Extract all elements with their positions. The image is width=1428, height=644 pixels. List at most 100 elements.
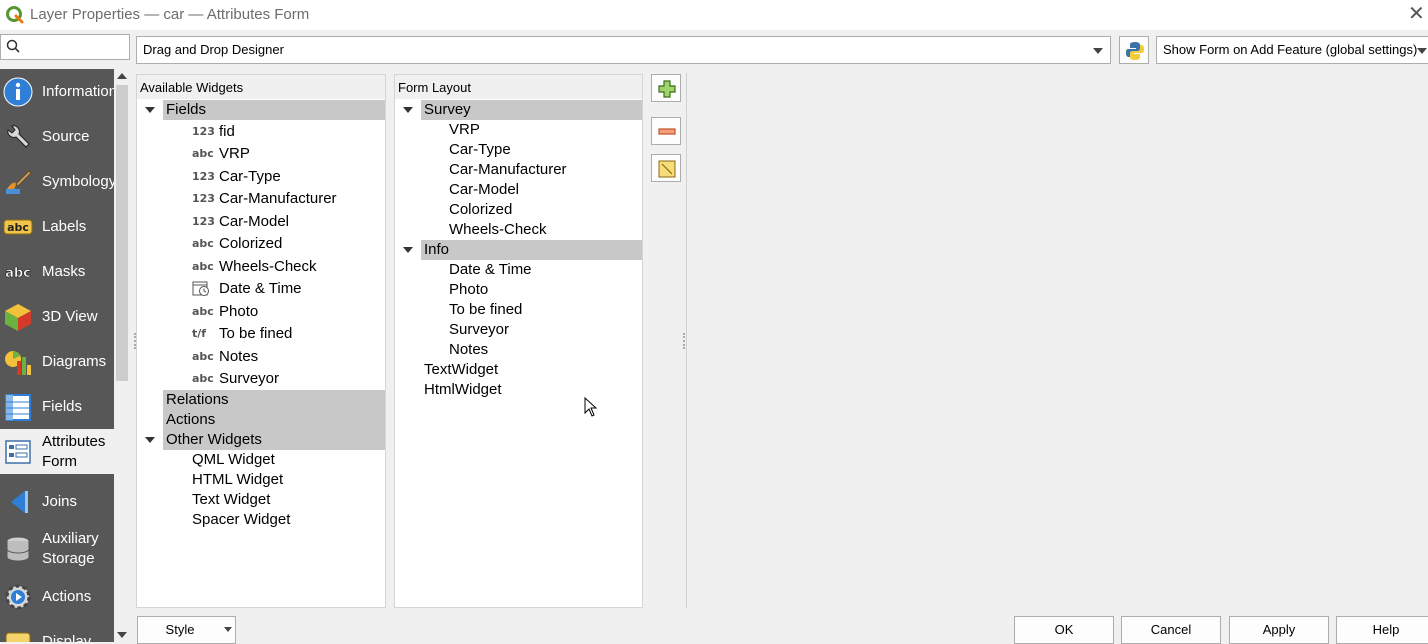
sidebar-item-3d-view[interactable]: 3D View (0, 294, 114, 339)
remove-item-button[interactable] (651, 117, 681, 145)
sidebar-item-joins[interactable]: Joins (0, 479, 114, 524)
sidebar-item-source[interactable]: Source (0, 114, 114, 159)
tree-item-widget[interactable]: TextWidget (424, 360, 498, 380)
tree-item-field[interactable]: Car-Manufacturer (219, 189, 337, 209)
expand-info-icon[interactable] (403, 247, 413, 253)
labels-abc-icon: abc (2, 211, 34, 243)
expand-other-widgets-icon[interactable] (145, 437, 155, 443)
display-icon (2, 626, 34, 642)
tree-item-widget[interactable]: HtmlWidget (424, 380, 502, 400)
tree-group-actions[interactable]: Actions (163, 410, 385, 430)
scroll-down-icon[interactable] (117, 632, 127, 638)
fields-table-icon (2, 391, 34, 423)
search-input[interactable] (25, 38, 125, 56)
tree-group-survey[interactable]: Survey (421, 100, 642, 120)
sidebar-item-label: Actions (42, 587, 92, 605)
sidebar-item-label: Masks (42, 262, 86, 280)
apply-button[interactable]: Apply (1229, 616, 1329, 644)
cancel-button[interactable]: Cancel (1121, 616, 1221, 644)
expand-fields-icon[interactable] (145, 107, 155, 113)
plus-icon (658, 80, 676, 98)
sidebar-item-labels[interactable]: abc Labels (0, 204, 114, 249)
tree-item-widget[interactable]: HTML Widget (192, 470, 283, 490)
sidebar-item-actions[interactable]: Actions (0, 574, 114, 619)
type-int-icon: 123 (192, 215, 215, 228)
python-init-button[interactable] (1119, 36, 1149, 64)
expand-survey-icon[interactable] (403, 107, 413, 113)
sidebar-scrollbar[interactable] (114, 69, 130, 642)
chevron-down-icon (1093, 48, 1103, 54)
brush-icon (2, 166, 34, 198)
tree-item-field[interactable]: Photo (449, 280, 488, 300)
type-string-icon: abc (192, 237, 214, 250)
form-designer-select[interactable]: Drag and Drop Designer (136, 36, 1111, 64)
sidebar-item-label: Attributes Form (42, 432, 106, 470)
form-layout-tree[interactable]: Form Layout Survey VRP Car-Type Car-Manu… (394, 74, 643, 608)
tree-item-field[interactable]: Colorized (449, 200, 512, 220)
show-form-select[interactable]: Show Form on Add Feature (global setting… (1156, 36, 1428, 64)
tree-item-widget[interactable]: Text Widget (192, 490, 270, 510)
type-string-icon: abc (192, 305, 214, 318)
tree-item-field[interactable]: Wheels-Check (219, 257, 317, 277)
tree-item-field[interactable]: VRP (449, 120, 480, 140)
tree-item-field[interactable]: Car-Model (449, 180, 519, 200)
sidebar-item-attributes-form[interactable]: Attributes Form (0, 429, 114, 474)
sidebar-item-fields[interactable]: Fields (0, 384, 114, 429)
sidebar-item-information[interactable]: Information (0, 69, 114, 114)
chevron-down-icon (224, 627, 232, 632)
tree-item-field[interactable]: To be fined (219, 324, 292, 344)
tree-item-field[interactable]: To be fined (449, 300, 522, 320)
close-icon[interactable]: ✕ (1408, 3, 1425, 25)
tree-item-field[interactable]: Notes (449, 340, 488, 360)
tree-item-field[interactable]: Date & Time (219, 279, 302, 299)
tree-item-field[interactable]: Car-Type (219, 167, 281, 187)
tree-group-other-widgets[interactable]: Other Widgets (163, 430, 385, 450)
form-designer-select-value: Drag and Drop Designer (143, 42, 284, 57)
search-field[interactable] (0, 34, 130, 60)
mouse-cursor-icon (584, 397, 598, 417)
sidebar-item-label: Display (42, 632, 92, 643)
tree-group-relations[interactable]: Relations (163, 390, 385, 410)
tree-item-field[interactable]: Car-Manufacturer (449, 160, 567, 180)
tree-item-field[interactable]: Notes (219, 347, 258, 367)
tree-item-field[interactable]: Photo (219, 302, 258, 322)
tree-item-field[interactable]: Wheels-Check (449, 220, 547, 240)
sidebar-item-symbology[interactable]: Symbology (0, 159, 114, 204)
scroll-up-icon[interactable] (117, 73, 127, 79)
sidebar-item-display[interactable]: Display (0, 619, 114, 642)
tree-item-field[interactable]: VRP (219, 144, 250, 164)
sidebar-item-label: Joins (42, 492, 78, 510)
tree-item-field[interactable]: Car-Type (449, 140, 511, 160)
sidebar-item-auxiliary-storage[interactable]: Auxiliary Storage (0, 526, 114, 571)
python-icon (1126, 42, 1144, 60)
help-button[interactable]: Help (1336, 616, 1428, 644)
tree-item-field[interactable]: Surveyor (219, 369, 279, 389)
type-int-icon: 123 (192, 170, 215, 183)
edit-properties-button[interactable] (651, 154, 681, 182)
tree-item-field[interactable]: Colorized (219, 234, 282, 254)
sidebar-item-label: Information (42, 82, 114, 100)
database-icon (2, 533, 34, 565)
tree-group-info[interactable]: Info (421, 240, 642, 260)
add-container-button[interactable] (651, 74, 681, 102)
tree-item-field[interactable]: Surveyor (449, 320, 509, 340)
type-string-icon: abc (192, 147, 214, 160)
tree-item-widget[interactable]: Spacer Widget (192, 510, 290, 530)
svg-text:abc: abc (5, 266, 31, 281)
tree-item-widget[interactable]: QML Widget (192, 450, 275, 470)
tree-item-field[interactable]: Car-Model (219, 212, 289, 232)
chevron-down-icon (1417, 48, 1427, 54)
masks-abc-icon: abc (2, 256, 34, 288)
splitter-handle[interactable] (134, 333, 136, 349)
sidebar-item-diagrams[interactable]: Diagrams (0, 339, 114, 384)
sidebar-item-masks[interactable]: abc Masks (0, 249, 114, 294)
tree-group-fields[interactable]: Fields (163, 100, 385, 120)
ok-button[interactable]: OK (1014, 616, 1114, 644)
available-widgets-tree[interactable]: Available Widgets Fields 123 fid abc VRP… (136, 74, 386, 608)
tree-item-field[interactable]: fid (219, 122, 235, 142)
scrollbar-thumb[interactable] (116, 85, 128, 381)
style-menu-button[interactable]: Style (137, 616, 236, 644)
type-string-icon: abc (192, 260, 214, 273)
tree-item-field[interactable]: Date & Time (449, 260, 532, 280)
splitter-handle[interactable] (683, 333, 685, 349)
